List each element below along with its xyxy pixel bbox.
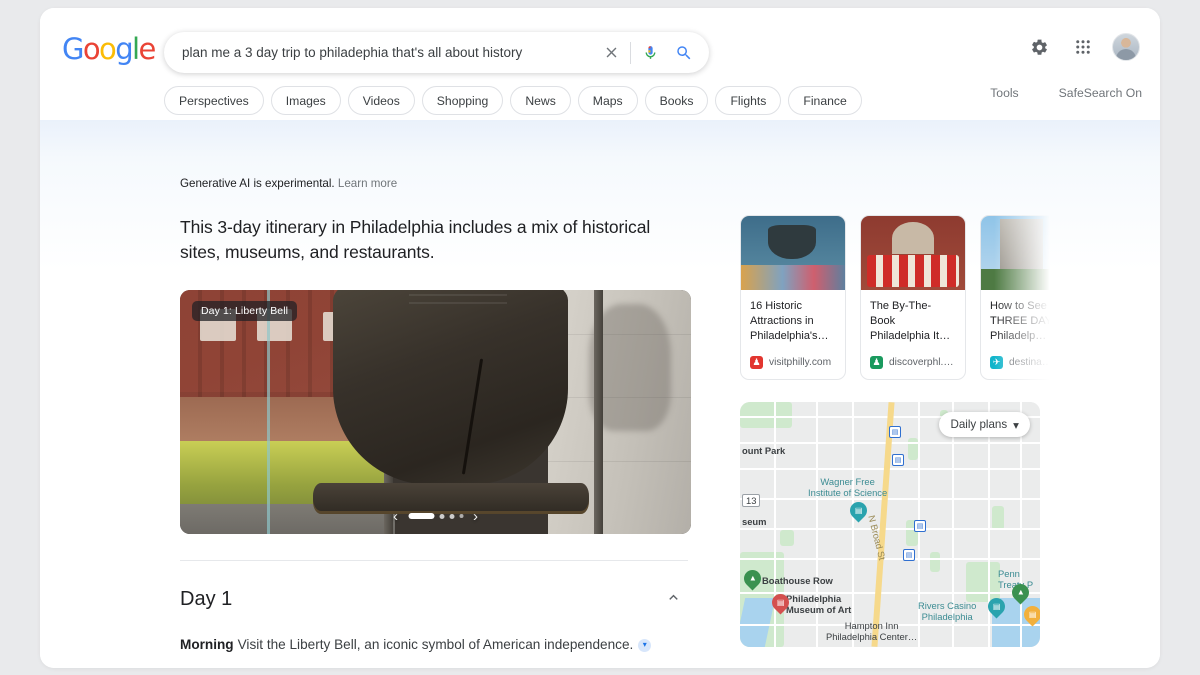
carousel-dot[interactable]	[449, 513, 454, 519]
chip-maps[interactable]: Maps	[577, 86, 638, 115]
chevron-up-icon[interactable]	[659, 583, 688, 616]
google-logo[interactable]: Google	[62, 32, 156, 66]
search-filter-chips: Perspectives Images Videos Shopping News…	[164, 86, 862, 115]
map-label: Philadelphia Museum of Art	[786, 593, 852, 616]
map-pin-museum-of-art[interactable]: ▤	[768, 590, 793, 616]
carousel-dots	[408, 513, 463, 520]
tools-button[interactable]: Tools	[990, 86, 1018, 100]
learn-more-link[interactable]: Learn more	[338, 177, 397, 190]
favicon-icon: ♟	[750, 356, 763, 369]
hero-image	[180, 289, 691, 534]
chip-videos[interactable]: Videos	[347, 86, 415, 115]
source-domain: destina…	[1009, 357, 1050, 368]
settings-gear-icon[interactable]	[1024, 32, 1054, 62]
source-cards: 16 Historic Attractions in Philadelphia'…	[740, 215, 1050, 380]
source-domain: discoverphl.c…	[889, 357, 956, 368]
ai-summary-text: This 3-day itinerary in Philadelphia inc…	[180, 217, 651, 263]
avatar[interactable]	[1112, 33, 1140, 61]
search-submit-icon[interactable]	[667, 36, 701, 70]
day-item-label: Morning	[180, 636, 234, 652]
hero-caption: Day 1: Liberty Bell	[192, 300, 298, 321]
source-card[interactable]: How to See THREE DAYS Philadelp… ✈ desti…	[980, 215, 1050, 380]
map-label: Hampton Inn Philadelphia Center…	[826, 620, 918, 643]
microphone-icon[interactable]	[633, 36, 667, 70]
carousel-dot[interactable]	[439, 513, 444, 519]
source-title: The By-The-Book Philadelphia It…	[870, 300, 951, 343]
section-divider	[180, 559, 688, 561]
map-label: Wagner Free Institute of Science	[808, 476, 888, 499]
daily-plans-label: Daily plans	[950, 418, 1008, 431]
safesearch-button[interactable]: SafeSearch On	[1059, 86, 1142, 100]
source-title: How to See THREE DAYS Philadelp…	[990, 300, 1050, 343]
ai-disclaimer-text: Generative AI is experimental.	[180, 177, 335, 190]
search-bar[interactable]	[164, 32, 709, 73]
search-input[interactable]	[164, 45, 594, 60]
map-pin-boathouse-row[interactable]: ▲	[740, 566, 765, 592]
transit-stop-icon: ▤	[903, 549, 915, 561]
source-footer: ♟ visitphilly.com	[741, 348, 845, 379]
map-label: Boathouse Row	[762, 575, 833, 586]
search-header: Google Perspectives Images	[40, 8, 1160, 144]
favicon-icon: ♟	[870, 356, 883, 369]
transit-stop-icon: ▤	[889, 426, 901, 438]
transit-stop-icon: ▤	[914, 520, 926, 532]
ai-disclaimer: Generative AI is experimental. Learn mor…	[180, 177, 397, 190]
source-card[interactable]: The By-The-Book Philadelphia It… ♟ disco…	[860, 215, 966, 380]
chip-news[interactable]: News	[510, 86, 571, 115]
chip-flights[interactable]: Flights	[715, 86, 782, 115]
expand-chevron-down-icon[interactable]: ▾	[638, 638, 652, 652]
day-item-text: Visit the Liberty Bell, an iconic symbol…	[237, 636, 634, 652]
browser-page: Google Perspectives Images	[40, 8, 1160, 668]
carousel-dot-active[interactable]	[408, 513, 434, 520]
chevron-down-icon: ▾	[1013, 418, 1019, 432]
transit-stop-icon: ▤	[892, 454, 904, 466]
google-apps-icon[interactable]	[1068, 32, 1098, 62]
carousel-next-icon[interactable]: ›	[473, 509, 478, 524]
daily-plans-dropdown[interactable]: Daily plans ▾	[939, 412, 1030, 437]
hero-image-carousel[interactable]: Day 1: Liberty Bell ‹ ›	[180, 289, 691, 534]
map-label: ount Park	[742, 445, 786, 456]
carousel-prev-icon[interactable]: ‹	[393, 509, 398, 524]
ai-left-column: This 3-day itinerary in Philadelphia inc…	[180, 215, 692, 668]
clear-search-icon[interactable]	[594, 36, 628, 70]
map-pin-rivers-casino[interactable]: ▤	[984, 594, 1009, 620]
source-footer: ✈ destina…	[981, 348, 1050, 379]
source-domain: visitphilly.com	[769, 357, 832, 368]
map-pin-wagner[interactable]: ▤	[846, 498, 871, 524]
search-divider	[630, 41, 631, 64]
generative-ai-panel: Generative AI is experimental. Learn mor…	[40, 120, 1160, 668]
source-card[interactable]: 16 Historic Attractions in Philadelphia'…	[740, 215, 846, 380]
source-thumbnail	[861, 216, 965, 290]
map-label: Rivers Casino Philadelphia	[918, 600, 977, 623]
source-footer: ♟ discoverphl.c…	[861, 348, 965, 379]
day-item-morning: Morning Visit the Liberty Bell, an iconic…	[180, 635, 692, 655]
search-tools-area: Tools SafeSearch On	[990, 86, 1142, 100]
carousel-controls: ‹ ›	[393, 509, 478, 524]
map-label: 13	[742, 494, 761, 508]
chip-finance[interactable]: Finance	[788, 86, 862, 115]
chip-books[interactable]: Books	[644, 86, 709, 115]
map-label: seum	[742, 516, 767, 527]
map-widget[interactable]: ount Park Wagner Free Institute of Scien…	[740, 402, 1040, 647]
chip-perspectives[interactable]: Perspectives	[164, 86, 264, 115]
day-section-header[interactable]: Day 1	[180, 583, 688, 616]
source-title: 16 Historic Attractions in Philadelphia'…	[750, 300, 829, 343]
chip-shopping[interactable]: Shopping	[421, 86, 504, 115]
map-canvas: ount Park Wagner Free Institute of Scien…	[740, 402, 1040, 647]
source-thumbnail	[981, 216, 1050, 290]
chip-images[interactable]: Images	[270, 86, 341, 115]
source-thumbnail	[741, 216, 845, 290]
map-pin-penn-treaty[interactable]: ▲	[1008, 580, 1033, 606]
ai-right-column: 16 Historic Attractions in Philadelphia'…	[740, 215, 1050, 647]
carousel-dot[interactable]	[459, 514, 463, 519]
header-actions	[1024, 32, 1140, 62]
favicon-icon: ✈	[990, 356, 1003, 369]
map-pin-hampton-inn[interactable]: ▤	[1020, 602, 1040, 628]
day-title: Day 1	[180, 587, 233, 610]
